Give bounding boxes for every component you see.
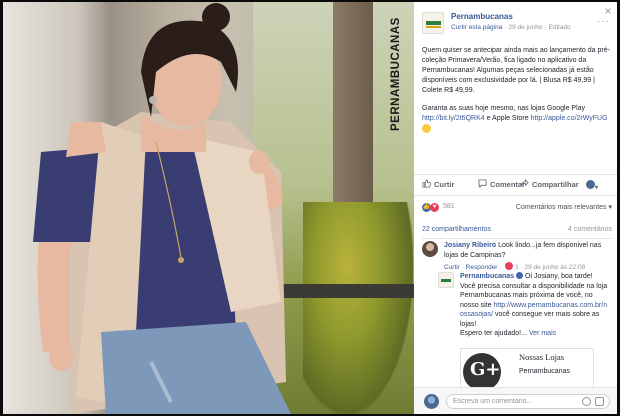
see-more-link[interactable]: Ver mais [529,330,556,337]
post-photo[interactable]: PERNAMBUCANAS [3,2,414,414]
love-reaction-icon[interactable]: ♥ [430,203,439,212]
comment-time[interactable]: 29 de junho às 22:08 [524,264,585,271]
reply-text-3: Espero ter ajudado!... [460,330,527,337]
post-body: Quem quiser se antecipar ainda mais ao l… [422,46,611,144]
post-date[interactable]: 29 de junho [508,24,542,31]
edited-label[interactable]: Editado [549,24,571,31]
comments-count: 4 comentários [568,226,612,233]
audience-selector[interactable]: ▾ [586,180,598,191]
google-plus-icon: G+ [461,349,501,391]
comment-button[interactable]: Comentar [478,179,525,189]
post-actions-bar: Curtir Comentar Compartilhar ▾ [414,174,617,196]
page-name-link[interactable]: Pernambucanas [451,12,513,21]
share-label: Compartilhar [532,180,579,189]
model-figure [33,3,291,414]
comment-reply-link[interactable]: Responder [466,264,498,271]
post-meta: Curtir esta página · 29 de junho · Editado [451,24,571,31]
post-paragraph-2-mid: e Apple Store [484,115,529,122]
post-header: Pernambucanas Curtir esta página · 29 de j… [422,12,612,36]
comment-author[interactable]: Josiany Ribeiro [444,242,496,249]
love-reaction-icon [505,262,514,270]
apple-store-link[interactable]: http://apple.co/2rWyFUG [531,115,608,122]
photo-viewer: PERNAMBUCANAS × Pernambucanas Curtir est… [0,0,620,416]
comment-composer [414,387,617,414]
google-plus-glyph: G+ [470,359,501,380]
profile-mini-icon [586,180,595,189]
google-play-link[interactable]: http://bit.ly/2t6QRK4 [422,115,485,122]
chevron-down-icon: ▾ [595,185,599,191]
reply-item: Pernambucanas Oi Josiany, boa tarde! Voc… [438,272,608,352]
comment-body: Josiany Ribeiro Look lindo...ja fem disp… [444,241,606,273]
comment-actions: Curtir · Responder · 1 · 29 de junho às … [444,262,586,271]
thumbs-up-icon [422,179,431,188]
current-user-avatar [424,394,439,409]
share-arrow-icon [520,179,529,187]
reactions-row: 👍 ♥ 581 Comentários mais relevantes ▾ [422,202,614,214]
like-button[interactable]: Curtir [422,179,454,189]
link-card-subtitle: Pernambucanas [519,368,570,375]
camera-icon[interactable] [595,397,604,406]
divider [422,238,612,239]
emoji-icon[interactable] [582,397,591,406]
link-preview-card[interactable]: G+ Nossas Lojas Pernambucanas [460,348,594,391]
page-avatar[interactable] [422,12,444,34]
like-label: Curtir [434,180,455,189]
logo-bar-accent [426,26,441,28]
meta-separator: · [504,24,507,31]
logo-bar [426,21,441,25]
smiley-emoji-icon [422,124,431,133]
post-paragraph-2-text: Garanta as suas hoje mesmo, nas lojas Go… [422,105,586,112]
reaction-count[interactable]: 581 [443,203,455,210]
shares-count[interactable]: 22 compartilhamentos [422,226,491,233]
comment-bubble-icon [478,179,487,188]
reply-body: Pernambucanas Oi Josiany, boa tarde! Voc… [460,272,610,339]
comment-reaction-count: 1 [515,264,519,271]
share-button[interactable]: Compartilhar [520,179,579,189]
post-stats: 22 compartilhamentos 4 comentários [422,226,614,236]
meta-separator: · [544,24,547,31]
commenter-avatar[interactable] [422,241,438,257]
comment-item: Josiany Ribeiro Look lindo...ja fem disp… [422,241,614,271]
more-options-icon[interactable]: ··· [597,16,610,27]
link-card-title: Nossas Lojas [519,352,565,362]
photo-brand-watermark: PERNAMBUCANAS [390,17,402,131]
post-paragraph-1: Quem quiser se antecipar ainda mais ao l… [422,47,610,94]
post-paragraph-2: Garanta as suas hoje mesmo, nas lojas Go… [422,104,611,136]
photo-fern [303,202,413,414]
page-reply-avatar[interactable] [438,272,454,288]
like-page-link[interactable]: Curtir esta página [451,24,502,31]
reply-author[interactable]: Pernambucanas [460,273,514,280]
comment-like-link[interactable]: Curtir [444,264,460,271]
comment-sort-dropdown[interactable]: Comentários mais relevantes ▾ [516,203,612,211]
